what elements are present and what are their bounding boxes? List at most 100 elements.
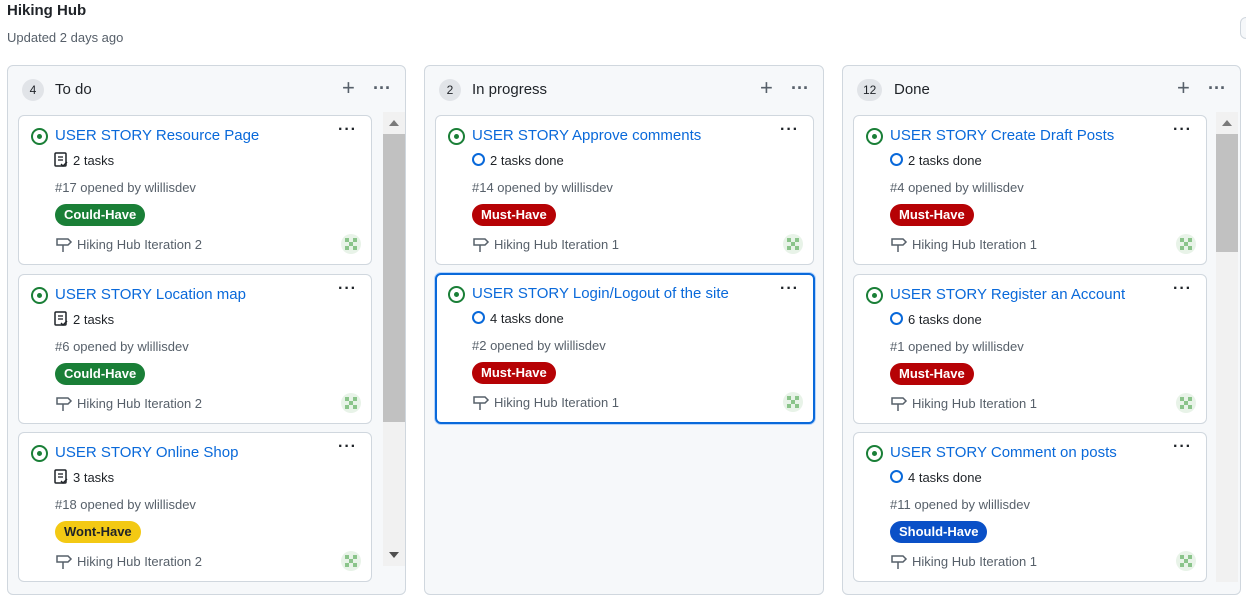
scroll-up-icon[interactable] [389, 120, 399, 126]
milestone-text: Hiking Hub Iteration 1 [494, 237, 620, 252]
label-badge[interactable]: Must-Have [472, 362, 556, 384]
label-badge[interactable]: Could-Have [55, 363, 146, 385]
task-count: 6 tasks done [908, 312, 982, 327]
column-menu-icon[interactable]: ··· [1208, 75, 1226, 101]
card-title[interactable]: USER STORY Comment on posts [890, 444, 1117, 461]
card-login-logout[interactable]: USER STORY Login/Logout of the site ··· … [435, 273, 815, 424]
task-count: 2 tasks done [490, 153, 564, 168]
tasklist-icon [54, 311, 68, 326]
label-badge[interactable]: Must-Have [890, 363, 974, 385]
progress-ring-icon [472, 311, 485, 324]
column-menu-icon[interactable]: ··· [791, 75, 809, 101]
project-title: Hiking Hub [7, 2, 87, 19]
progress-ring-icon [890, 312, 903, 325]
column-in-progress: 2 In progress + ··· USER STORY Approve c… [424, 65, 824, 595]
column-scrollbar[interactable] [1216, 112, 1238, 582]
task-count: 2 tasks [73, 312, 115, 327]
card-menu-icon[interactable]: ··· [780, 121, 799, 139]
milestone-icon [891, 238, 908, 252]
avatar-icon[interactable] [1176, 234, 1196, 254]
issue-meta: #17 opened by wlillisdev [55, 180, 196, 195]
avatar-icon[interactable] [341, 551, 361, 571]
milestone-text: Hiking Hub Iteration 1 [912, 237, 1038, 252]
card-menu-icon[interactable]: ··· [338, 438, 357, 456]
task-count: 2 tasks done [908, 153, 982, 168]
card-online-shop[interactable]: USER STORY Online Shop ··· 3 tasks #18 o… [18, 432, 372, 582]
task-count: 2 tasks [73, 153, 115, 168]
add-item-icon[interactable]: + [1177, 74, 1190, 102]
card-title[interactable]: USER STORY Create Draft Posts [890, 127, 1114, 144]
card-register-account[interactable]: USER STORY Register an Account ··· 6 tas… [853, 274, 1207, 424]
card-title[interactable]: USER STORY Resource Page [55, 127, 259, 144]
project-header: Hiking Hub Updated 2 days ago [0, 0, 1246, 60]
issue-meta: #6 opened by wlillisdev [55, 339, 189, 354]
milestone-text: Hiking Hub Iteration 2 [77, 554, 203, 569]
card-menu-icon[interactable]: ··· [1173, 121, 1192, 139]
label-badge[interactable]: Must-Have [890, 204, 974, 226]
milestone-text: Hiking Hub Iteration 2 [77, 396, 203, 411]
milestone-text: Hiking Hub Iteration 2 [77, 237, 203, 252]
task-count: 4 tasks done [908, 470, 982, 485]
milestone-icon [473, 396, 490, 410]
column-menu-icon[interactable]: ··· [373, 75, 391, 101]
progress-ring-icon [890, 153, 903, 166]
card-title[interactable]: USER STORY Login/Logout of the site [472, 285, 729, 302]
column-header: 2 In progress + ··· [425, 66, 823, 112]
scroll-up-icon[interactable] [1222, 120, 1232, 126]
avatar-icon[interactable] [1176, 551, 1196, 571]
card-create-draft-posts[interactable]: USER STORY Create Draft Posts ··· 2 task… [853, 115, 1207, 265]
label-badge[interactable]: Could-Have [55, 204, 146, 226]
avatar-icon[interactable] [341, 393, 361, 413]
issue-meta: #2 opened by wlillisdev [472, 338, 606, 353]
issue-opened-icon [866, 445, 883, 462]
label-badge[interactable]: Should-Have [890, 521, 988, 543]
milestone-icon [891, 397, 908, 411]
label-badge[interactable]: Must-Have [472, 204, 556, 226]
issue-meta: #1 opened by wlillisdev [890, 339, 1024, 354]
issue-opened-icon [866, 287, 883, 304]
card-menu-icon[interactable]: ··· [338, 121, 357, 139]
tasklist-icon [54, 469, 68, 484]
header-button[interactable] [1240, 17, 1246, 39]
column-header: 4 To do + ··· [8, 66, 405, 112]
column-header: 12 Done + ··· [843, 66, 1240, 112]
scroll-down-icon[interactable] [389, 552, 399, 558]
card-title[interactable]: USER STORY Register an Account [890, 286, 1125, 303]
column-count: 4 [22, 79, 44, 101]
card-menu-icon[interactable]: ··· [1173, 438, 1192, 456]
progress-ring-icon [890, 470, 903, 483]
label-badge[interactable]: Wont-Have [55, 521, 141, 543]
column-title: Done [894, 81, 930, 98]
card-menu-icon[interactable]: ··· [1173, 280, 1192, 298]
column-todo: 4 To do + ··· USER STORY Resource Page ·… [7, 65, 406, 595]
column-scrollbar[interactable] [383, 112, 405, 566]
scroll-thumb[interactable] [383, 134, 405, 422]
milestone-icon [473, 238, 490, 252]
column-count: 12 [857, 79, 883, 101]
card-title[interactable]: USER STORY Approve comments [472, 127, 701, 144]
card-menu-icon[interactable]: ··· [338, 280, 357, 298]
issue-meta: #11 opened by wlillisdev [890, 497, 1030, 512]
scroll-thumb[interactable] [1216, 134, 1238, 252]
add-item-icon[interactable]: + [342, 74, 355, 102]
card-menu-icon[interactable]: ··· [780, 280, 799, 298]
card-approve-comments[interactable]: USER STORY Approve comments ··· 2 tasks … [435, 115, 814, 265]
column-title: In progress [472, 81, 548, 98]
card-comment-on-posts[interactable]: USER STORY Comment on posts ··· 4 tasks … [853, 432, 1207, 582]
milestone-icon [891, 555, 908, 569]
avatar-icon[interactable] [341, 234, 361, 254]
card-resource-page[interactable]: USER STORY Resource Page ··· 2 tasks #17… [18, 115, 372, 265]
milestone-icon [56, 397, 73, 411]
card-location-map[interactable]: USER STORY Location map ··· 2 tasks #6 o… [18, 274, 372, 424]
milestone-text: Hiking Hub Iteration 1 [912, 396, 1038, 411]
avatar-icon[interactable] [783, 392, 803, 412]
card-title[interactable]: USER STORY Location map [55, 286, 246, 303]
issue-opened-icon [448, 286, 465, 303]
column-title: To do [55, 81, 92, 98]
card-title[interactable]: USER STORY Online Shop [55, 444, 238, 461]
avatar-icon[interactable] [783, 234, 803, 254]
task-count: 4 tasks done [490, 311, 564, 326]
task-count: 3 tasks [73, 470, 115, 485]
avatar-icon[interactable] [1176, 393, 1196, 413]
add-item-icon[interactable]: + [760, 74, 773, 102]
